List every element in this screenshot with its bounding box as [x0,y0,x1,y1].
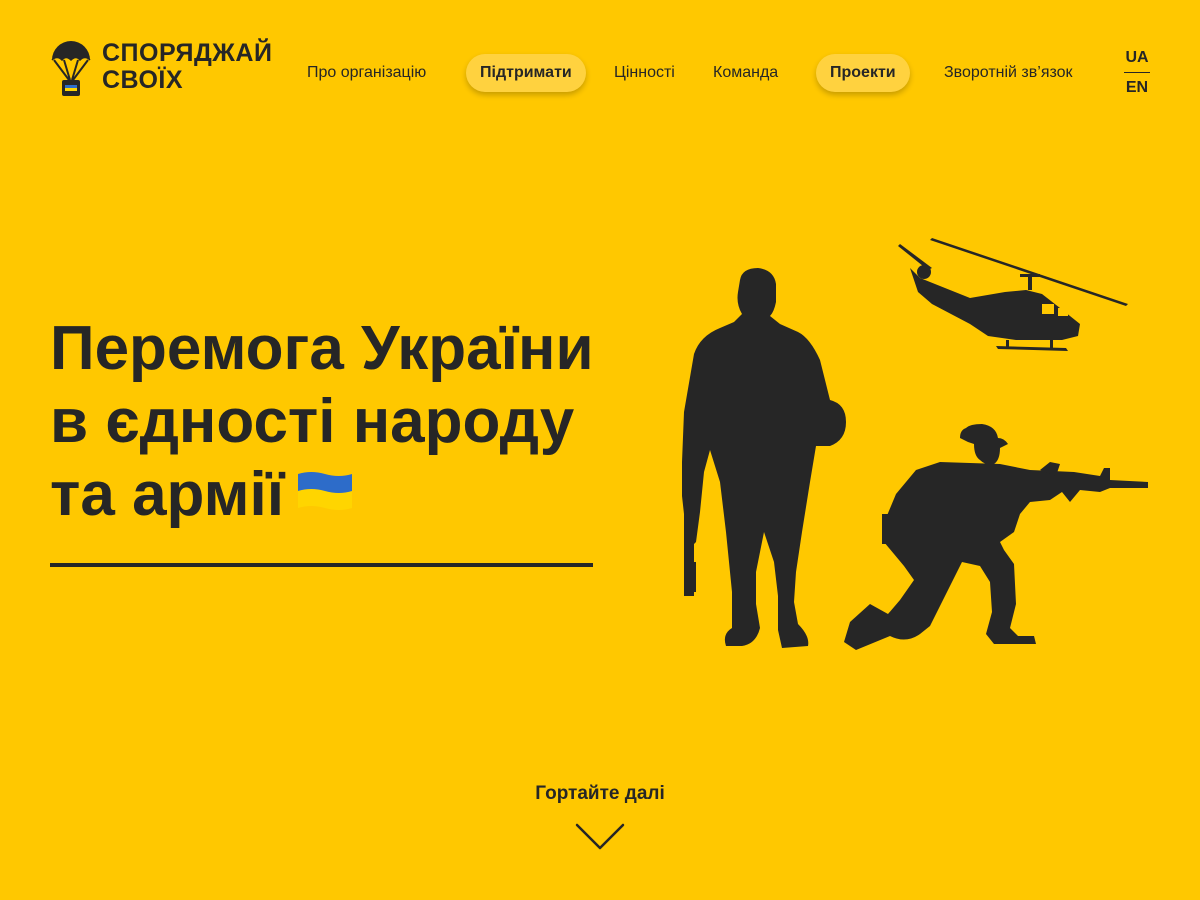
ukraine-flag-icon [298,471,353,510]
nav-item-about[interactable]: Про організацію [307,54,426,92]
soldiers-helicopter-illustration [682,238,1148,650]
nav-item-projects[interactable]: Проекти [816,54,910,92]
language-switcher: UA EN [1124,48,1150,98]
site-header: СПОРЯДЖАЙ СВОЇХ Про організацію Підтрима… [0,0,1200,140]
lang-ua[interactable]: UA [1124,48,1150,68]
hero-title-line3: та армії [50,460,285,529]
nav-item-support[interactable]: Підтримати [466,54,586,92]
main-nav: Про організацію Підтримати Цінності Кома… [0,54,1200,92]
scroll-hint-label: Гортайте далі [535,783,665,804]
chevron-down-icon[interactable] [575,822,625,852]
lang-en[interactable]: EN [1124,78,1150,98]
standing-soldier-silhouette [682,268,846,648]
hero-title: Перемога України в єдності народу та арм… [50,312,630,531]
nav-item-team[interactable]: Команда [713,54,778,92]
nav-item-values[interactable]: Цінності [614,54,675,92]
nav-item-feedback[interactable]: Зворотній зв’язок [944,54,1073,92]
hero-title-line2: в єдності народу [50,387,575,456]
hero-divider [50,563,593,567]
lang-divider [1124,72,1150,73]
hero-title-line3-wrap: та армії [50,458,630,531]
helicopter-silhouette [898,238,1128,351]
hero-title-line1: Перемога України [50,314,594,383]
kneeling-soldier-silhouette [844,424,1148,650]
